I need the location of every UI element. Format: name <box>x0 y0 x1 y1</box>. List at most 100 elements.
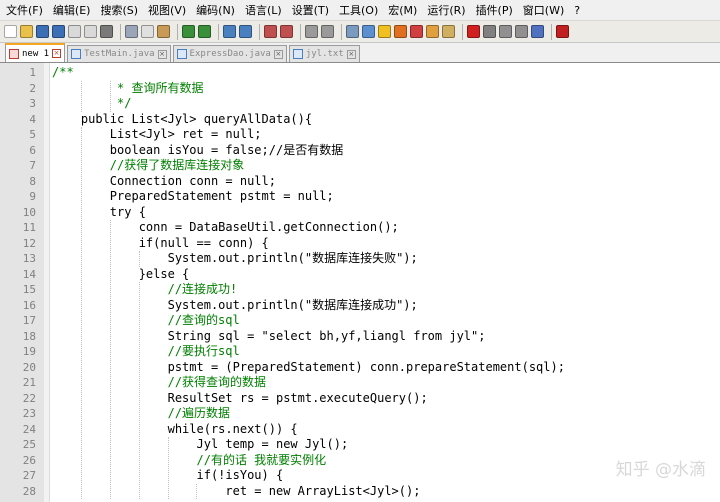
run-macro-multiple-icon[interactable] <box>515 25 528 38</box>
sync-h-scroll-icon[interactable] <box>321 25 334 38</box>
code-line: 17 //查询的sql <box>0 313 720 329</box>
tab-3[interactable]: jyl.txt × <box>288 45 360 62</box>
code-text: PreparedStatement pstmt = null; <box>52 189 334 203</box>
menu-item[interactable]: 运行(R) <box>427 2 465 18</box>
find-icon[interactable] <box>223 25 236 38</box>
tab-close-icon[interactable]: × <box>52 49 62 58</box>
line-number: 23 <box>22 407 36 420</box>
user-lang-icon[interactable] <box>394 25 407 38</box>
code-text: //遍历数据 <box>52 406 231 420</box>
watermark: 知乎 @水滴 <box>615 460 706 480</box>
line-number: 26 <box>22 453 36 467</box>
tab-label: new 1 <box>22 48 50 59</box>
paste-icon[interactable] <box>157 25 170 38</box>
tab-2[interactable]: ExpressDao.java × <box>172 45 287 62</box>
redo-icon[interactable] <box>198 25 211 38</box>
line-number: 7 <box>29 159 36 172</box>
replace-icon[interactable] <box>239 25 252 38</box>
line-number: 28 <box>22 484 36 498</box>
menu-item[interactable]: 编辑(E) <box>53 2 91 18</box>
indent-guide <box>167 437 169 499</box>
menu-item[interactable]: 文件(F) <box>6 2 43 18</box>
tab-1[interactable]: TestMain.java × <box>67 45 171 62</box>
tab-close-icon[interactable]: × <box>157 49 167 59</box>
toolbar-separator <box>259 23 260 40</box>
new-file-icon[interactable] <box>4 25 17 38</box>
print-icon[interactable] <box>100 25 113 38</box>
code-text: System.out.println("数据库连接成功"); <box>52 297 418 312</box>
toolbar-separator <box>551 23 552 40</box>
zoom-out-icon[interactable] <box>280 25 293 38</box>
zoom-in-icon[interactable] <box>264 25 277 38</box>
line-number: 1 <box>29 66 36 79</box>
doc-map-icon[interactable] <box>410 25 423 38</box>
code-editor[interactable]: 1/** 2 * 查询所有数据 3 */4 public List<Jyl> que… <box>0 63 720 502</box>
code-text: pstmt = (PreparedStatement) conn.prepare… <box>52 359 565 374</box>
stop-macro-icon[interactable] <box>483 25 496 38</box>
save-icon[interactable] <box>36 25 49 38</box>
tab-label: jyl.txt <box>305 49 344 59</box>
save-all-icon[interactable] <box>52 25 65 38</box>
word-wrap-icon[interactable] <box>346 25 359 38</box>
copy-icon[interactable] <box>141 25 154 38</box>
code-text: //获得查询的数据 <box>52 375 267 389</box>
code-line: 27 if(!isYou) { <box>0 468 720 484</box>
indent-guide-icon[interactable] <box>378 25 391 38</box>
menu-item[interactable]: 视图(V) <box>148 2 186 18</box>
code-text: while(rs.next()) { <box>52 421 298 436</box>
menu-item[interactable]: ? <box>574 4 580 17</box>
code-text: */ <box>52 96 132 110</box>
tab-close-icon[interactable]: × <box>346 49 356 59</box>
line-number: 12 <box>22 236 36 250</box>
code-text: boolean isYou = false;//是否有数据 <box>52 142 344 157</box>
menu-item[interactable]: 窗口(W) <box>523 2 564 18</box>
close-icon[interactable] <box>68 25 81 38</box>
document-icon <box>292 49 303 59</box>
menu-item[interactable]: 设置(T) <box>292 2 329 18</box>
undo-icon[interactable] <box>182 25 195 38</box>
line-number: 13 <box>22 252 36 265</box>
line-number: 4 <box>29 112 36 126</box>
menu-item[interactable]: 宏(M) <box>388 2 417 18</box>
code-line: 10 try { <box>0 205 720 221</box>
play-macro-icon[interactable] <box>499 25 512 38</box>
spell-check-icon[interactable] <box>556 25 569 38</box>
line-number: 19 <box>22 345 36 358</box>
menu-item[interactable]: 工具(O) <box>339 2 378 18</box>
code-line: 9 PreparedStatement pstmt = null; <box>0 189 720 205</box>
line-number: 9 <box>29 190 36 203</box>
indent-guide <box>80 80 82 112</box>
code-text: ret = new ArrayList<Jyl>(); <box>52 483 421 498</box>
code-line: 4 public List<Jyl> queryAllData(){ <box>0 112 720 128</box>
indent-guide <box>80 127 82 499</box>
code-line: 3 */ <box>0 96 720 112</box>
code-line: 13 System.out.println("数据库连接失败"); <box>0 251 720 267</box>
record-macro-icon[interactable] <box>467 25 480 38</box>
menu-item[interactable]: 插件(P) <box>476 2 513 18</box>
tab-label: TestMain.java <box>84 49 155 59</box>
folder-workspace-icon[interactable] <box>442 25 455 38</box>
line-number: 15 <box>22 283 36 296</box>
line-number: 17 <box>22 314 36 327</box>
cut-icon[interactable] <box>125 25 138 38</box>
menu-item[interactable]: 语言(L) <box>245 2 282 18</box>
line-number: 14 <box>22 267 36 281</box>
document-icon <box>9 48 19 59</box>
sync-v-scroll-icon[interactable] <box>305 25 318 38</box>
tab-close-icon[interactable]: × <box>273 49 283 59</box>
code-text: //连接成功! <box>52 282 238 296</box>
function-list-icon[interactable] <box>426 25 439 38</box>
code-text: /** <box>52 65 74 79</box>
menu-item[interactable]: 搜索(S) <box>100 2 138 18</box>
save-macro-icon[interactable] <box>531 25 544 38</box>
show-all-chars-icon[interactable] <box>362 25 375 38</box>
close-all-icon[interactable] <box>84 25 97 38</box>
line-number: 16 <box>22 298 36 312</box>
menu-item[interactable]: 编码(N) <box>196 2 235 18</box>
toolbar-separator <box>218 23 219 40</box>
line-number: 18 <box>22 329 36 343</box>
open-file-icon[interactable] <box>20 25 33 38</box>
tab-0[interactable]: new 1 × <box>5 43 66 62</box>
code-line: 6 boolean isYou = false;//是否有数据 <box>0 143 720 159</box>
line-number: 24 <box>22 422 36 436</box>
